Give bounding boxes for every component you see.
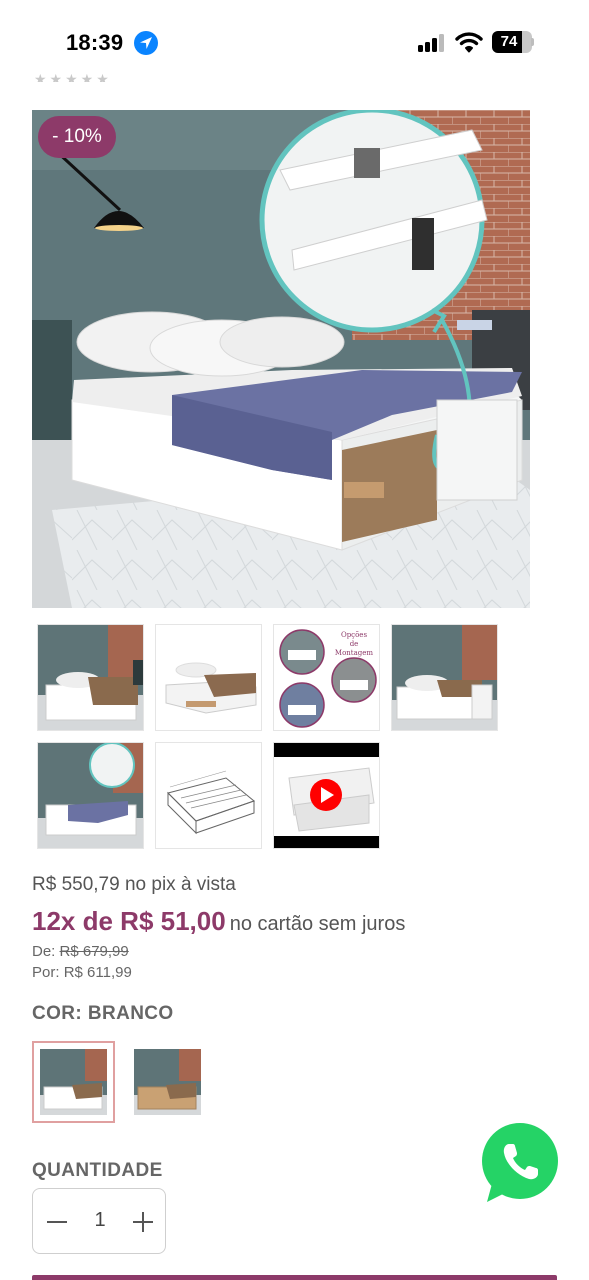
whatsapp-icon — [482, 1123, 558, 1202]
installments-price: 12x de R$ 51,00 no cartão sem juros — [32, 906, 405, 937]
discount-badge: - 10% — [38, 116, 116, 158]
rating-stars-faded: ★★★★★ — [34, 71, 112, 82]
thumbnail-1[interactable] — [37, 624, 144, 731]
thumbnail-5[interactable] — [37, 742, 144, 849]
decrement-button[interactable] — [45, 1207, 69, 1235]
sale-price-label: Por: — [32, 964, 60, 981]
installments-amount: 12x de R$ 51,00 — [32, 906, 226, 936]
color-swatch-branco[interactable] — [32, 1041, 115, 1123]
sale-price: Por: R$ 611,99 — [32, 964, 132, 981]
thumbnail-3[interactable]: Opções de Montagem — [273, 624, 380, 731]
thumbnail-video[interactable] — [273, 742, 380, 849]
quantity-stepper: 1 — [32, 1188, 166, 1254]
increment-button[interactable] — [131, 1207, 155, 1235]
quantity-value[interactable]: 1 — [91, 1209, 109, 1232]
battery-level: 74 — [500, 33, 518, 50]
whatsapp-button[interactable] — [479, 1122, 561, 1204]
thumbnail-4[interactable] — [391, 624, 498, 731]
svg-text:Montagem: Montagem — [335, 649, 374, 657]
original-price-label: De: — [32, 943, 56, 960]
thumbnail-6[interactable] — [155, 742, 262, 849]
status-time: 18:39 — [66, 30, 124, 55]
color-swatch-madeira[interactable] — [134, 1049, 201, 1115]
quantity-label: QUANTIDADE — [32, 1160, 163, 1181]
wifi-icon — [455, 31, 483, 58]
svg-text:de: de — [350, 640, 359, 648]
original-price-value: R$ 679,99 — [59, 943, 129, 960]
installments-note: no cartão sem juros — [229, 913, 406, 935]
location-arrow-icon — [134, 31, 158, 55]
color-label: COR: BRANCO — [32, 1003, 174, 1024]
pix-price: R$ 550,79 no pix à vista — [32, 874, 236, 895]
original-price: De: R$ 679,99 — [32, 943, 129, 960]
thumbnail-2[interactable] — [155, 624, 262, 731]
sale-price-value: R$ 611,99 — [63, 964, 132, 981]
svg-text:Opções: Opções — [341, 631, 367, 639]
cellular-signal-icon — [418, 34, 446, 52]
buy-button-edge[interactable] — [32, 1275, 557, 1280]
main-product-image[interactable] — [32, 110, 530, 608]
status-bar: 18:39 74 — [0, 0, 589, 72]
battery-icon: 74 — [492, 31, 534, 53]
